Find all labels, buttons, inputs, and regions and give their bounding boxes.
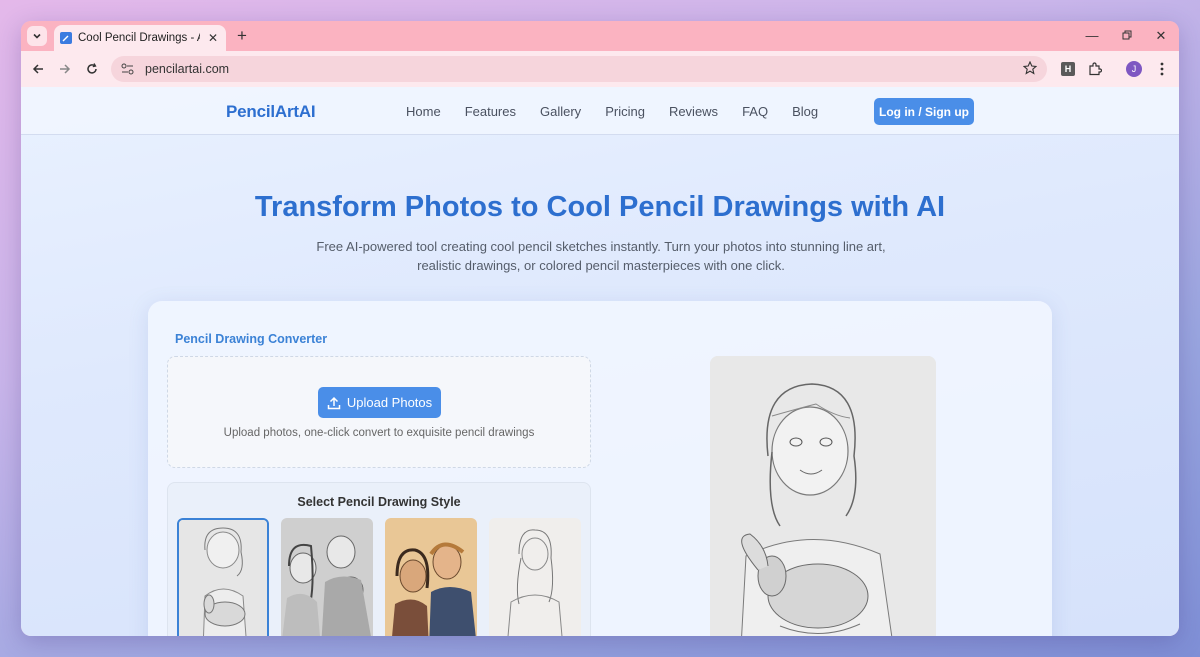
login-signup-button[interactable]: Log in / Sign up — [874, 98, 974, 125]
nav-features[interactable]: Features — [465, 104, 516, 119]
kebab-menu-icon[interactable] — [1153, 60, 1171, 78]
nav-blog[interactable]: Blog — [792, 104, 818, 119]
reload-icon[interactable] — [83, 60, 101, 78]
site-logo[interactable]: PencilArtAI — [226, 102, 316, 122]
close-window-icon[interactable]: ✕ — [1151, 28, 1171, 44]
nav-pricing[interactable]: Pricing — [605, 104, 645, 119]
forward-icon[interactable] — [56, 60, 74, 78]
restore-icon[interactable] — [1117, 28, 1137, 44]
url-text: pencilartai.com — [145, 62, 230, 76]
style-option-family-sketch[interactable] — [281, 518, 373, 636]
hero-title: Transform Photos to Cool Pencil Drawings… — [254, 191, 946, 223]
tab-title: Cool Pencil Drawings - AI Photo — [78, 32, 200, 44]
site-favicon-icon — [60, 32, 72, 44]
minimize-icon[interactable]: — — [1082, 28, 1102, 44]
converter-title: Pencil Drawing Converter — [175, 332, 328, 346]
upload-photos-label: Upload Photos — [346, 395, 433, 410]
hero-subtitle: Free AI-powered tool creating cool penci… — [316, 239, 886, 273]
nav-faq[interactable]: FAQ — [742, 104, 768, 119]
site-header: PencilArtAI Home Features Gallery Pricin… — [21, 87, 1179, 135]
browser-toolbar: pencilartai.com H J — [21, 51, 1179, 87]
converter-card: Pencil Drawing Converter Upload Photos U… — [148, 301, 1052, 636]
browser-tab[interactable]: Cool Pencil Drawings - AI Photo ✕ — [54, 25, 226, 51]
new-tab-button[interactable]: + — [233, 27, 251, 45]
close-tab-icon[interactable]: ✕ — [206, 31, 220, 45]
upload-hint: Upload photos, one-click convert to exqu… — [223, 427, 535, 439]
browser-window: Cool Pencil Drawings - AI Photo ✕ + — ✕ … — [21, 21, 1179, 636]
upload-photos-button[interactable]: Upload Photos — [318, 387, 441, 418]
site-nav: Home Features Gallery Pricing Reviews FA… — [406, 104, 842, 119]
chevron-down-icon — [33, 33, 41, 39]
upload-icon — [327, 396, 341, 409]
nav-reviews[interactable]: Reviews — [669, 104, 718, 119]
back-icon[interactable] — [29, 60, 47, 78]
bookmark-star-icon[interactable] — [1022, 60, 1038, 80]
style-option-line-art-woman[interactable] — [489, 518, 581, 636]
upload-dropzone[interactable]: Upload Photos Upload photos, one-click c… — [167, 356, 591, 468]
tab-strip: Cool Pencil Drawings - AI Photo ✕ + — ✕ — [21, 21, 1179, 51]
style-selector: Select Pencil Drawing Style — [167, 482, 591, 636]
tab-search-button[interactable] — [27, 26, 47, 46]
style-option-colored-couple[interactable] — [385, 518, 477, 636]
nav-home[interactable]: Home — [406, 104, 441, 119]
address-bar[interactable]: pencilartai.com — [111, 56, 1047, 82]
profile-avatar[interactable]: J — [1125, 60, 1143, 78]
nav-gallery[interactable]: Gallery — [540, 104, 581, 119]
result-preview-image — [710, 356, 936, 636]
style-option-girl-rabbit-sketch[interactable] — [177, 518, 269, 636]
style-selector-title: Select Pencil Drawing Style — [297, 495, 461, 509]
extensions-puzzle-icon[interactable] — [1086, 60, 1104, 78]
extension-h-icon[interactable]: H — [1059, 60, 1077, 78]
web-page: PencilArtAI Home Features Gallery Pricin… — [21, 87, 1179, 636]
site-info-icon[interactable] — [119, 61, 135, 77]
